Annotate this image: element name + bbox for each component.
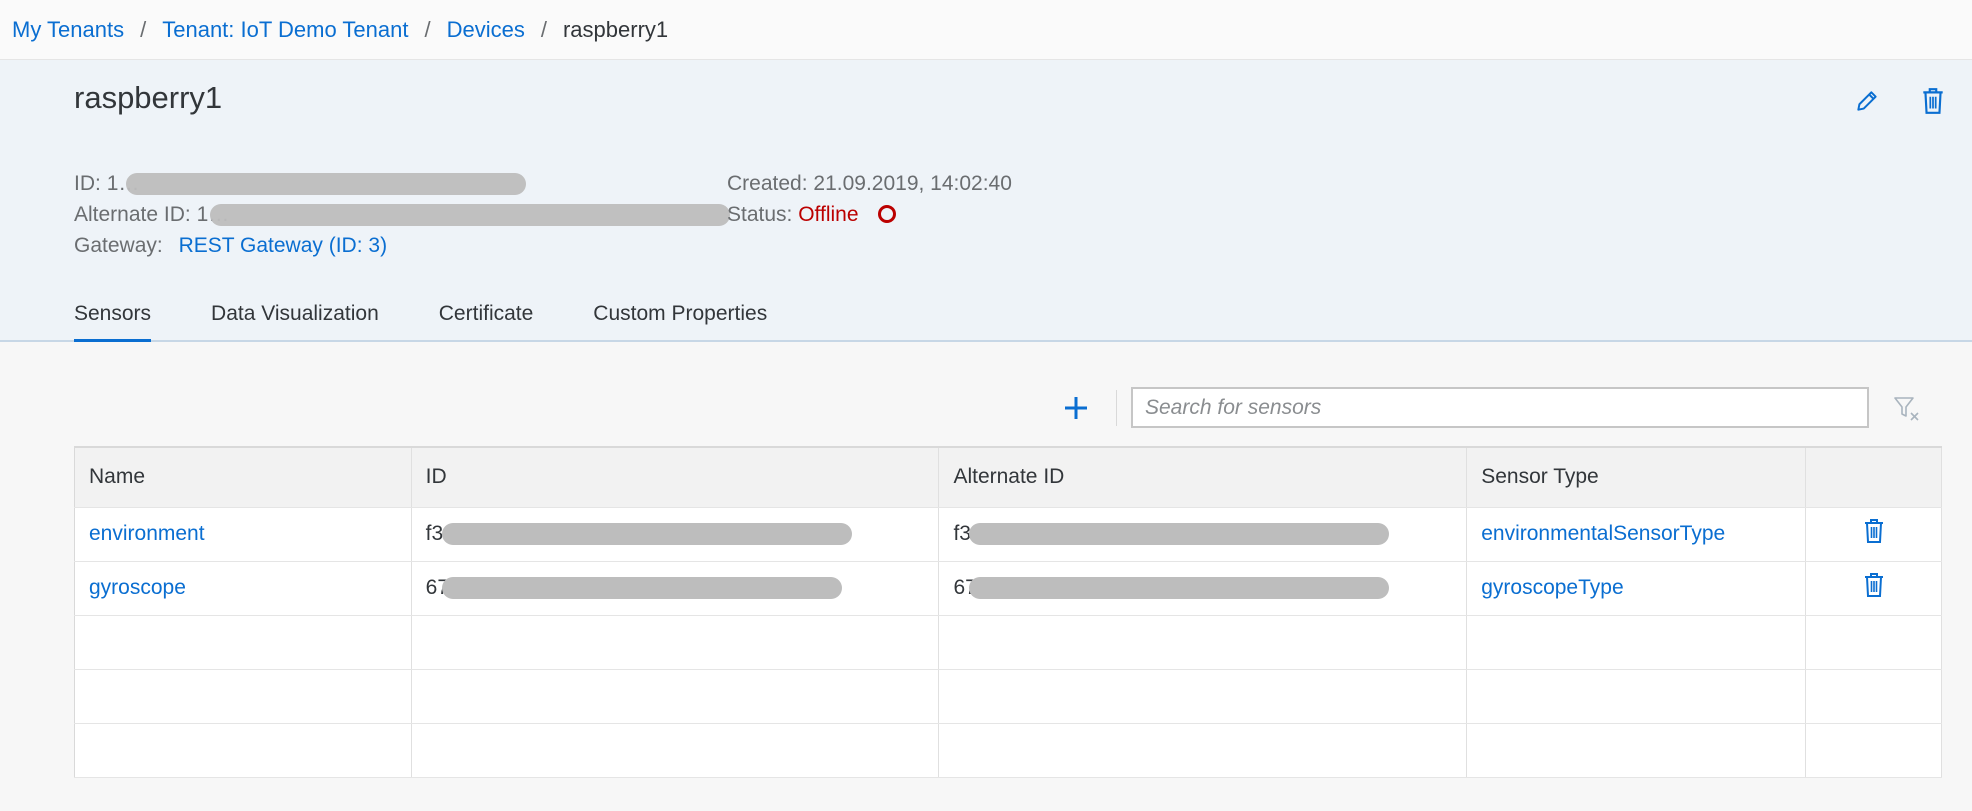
delete-device-button[interactable]	[1914, 82, 1952, 120]
pencil-icon	[1857, 91, 1877, 111]
breadcrumb-tenant[interactable]: Tenant: IoT Demo Tenant	[162, 17, 408, 43]
search-input[interactable]	[1131, 387, 1869, 428]
sensors-table: Name ID Alternate ID Sensor Type environ…	[74, 446, 1942, 778]
table-row: environment f3… f3… environmentalSensorT…	[74, 507, 1942, 562]
sensor-type-link[interactable]: gyroscopeType	[1466, 561, 1807, 616]
redaction-mark	[969, 522, 1390, 545]
device-header: raspberry1 ID: 1… Alternate ID: 1…	[0, 60, 1972, 342]
sensor-name-link[interactable]: environment	[74, 507, 412, 562]
sensor-alternate-id: f3…	[938, 507, 1468, 562]
delete-sensor-button[interactable]	[1805, 561, 1942, 616]
toolbar-separator	[1116, 390, 1117, 426]
clear-filter-button[interactable]	[1888, 390, 1926, 428]
sensor-type-link[interactable]: environmentalSensorType	[1466, 507, 1807, 562]
table-row-empty	[74, 615, 1942, 670]
gateway-link[interactable]: REST Gateway (ID: 3)	[179, 234, 388, 257]
device-attributes: ID: 1… Alternate ID: 1… Gateway: REST Ga…	[74, 168, 730, 261]
breadcrumb-separator: /	[140, 16, 147, 42]
redaction-mark	[969, 576, 1390, 599]
filter-clear-icon	[1894, 397, 1919, 421]
header-actions	[1848, 82, 1952, 120]
gateway-attribute: Gateway: REST Gateway (ID: 3)	[74, 230, 387, 261]
tab-custom-properties[interactable]: Custom Properties	[593, 302, 767, 340]
sensor-alternate-id: 6795fdd8-7688-494c-8293-389c46acf0fd	[938, 561, 1468, 616]
redaction-mark	[126, 173, 526, 195]
id-label: ID:	[74, 172, 101, 195]
status-label: Status:	[727, 203, 793, 226]
tab-sensors[interactable]: Sensors	[74, 302, 152, 342]
breadcrumb-separator: /	[540, 16, 547, 42]
breadcrumb: My Tenants / Tenant: IoT Demo Tenant / D…	[0, 0, 1972, 60]
alternate-id-attribute: Alternate ID: 1…	[74, 199, 730, 230]
tab-bar: Sensors Data Visualization Certificate C…	[74, 302, 767, 342]
created-label: Created:	[727, 172, 808, 195]
add-sensor-button[interactable]	[1056, 388, 1096, 428]
breadcrumb-my-tenants[interactable]: My Tenants	[12, 17, 124, 43]
trash-icon	[1864, 519, 1883, 543]
column-header-alternate-id[interactable]: Alternate ID	[938, 446, 1468, 508]
trash-icon	[1923, 88, 1943, 114]
sensor-name-link[interactable]: gyroscope	[74, 561, 412, 616]
tab-certificate[interactable]: Certificate	[439, 302, 534, 340]
table-row-empty	[74, 669, 1942, 724]
created-value: 21.09.2019, 14:02:40	[813, 172, 1012, 195]
id-attribute: ID: 1…	[74, 168, 526, 199]
gateway-label: Gateway:	[74, 234, 163, 257]
breadcrumb-separator: /	[424, 16, 431, 42]
trash-icon	[1864, 573, 1883, 597]
page-title: raspberry1	[74, 80, 223, 115]
device-status-attributes: Created: 21.09.2019, 14:02:40 Status: Of…	[727, 168, 1012, 230]
column-header-name[interactable]: Name	[74, 446, 412, 508]
offline-status-icon	[878, 205, 897, 223]
delete-sensor-button[interactable]	[1805, 507, 1942, 562]
redaction-mark	[441, 522, 852, 545]
alternate-id-label: Alternate ID:	[74, 203, 191, 226]
breadcrumb-devices[interactable]: Devices	[447, 17, 525, 43]
column-header-id[interactable]: ID	[411, 446, 940, 508]
edit-button[interactable]	[1848, 82, 1886, 120]
created-attribute: Created: 21.09.2019, 14:02:40	[727, 168, 1012, 199]
tab-data-visualization[interactable]: Data Visualization	[211, 302, 379, 340]
table-row: gyroscope 6795fdd8-7688-494c-8293-389c46…	[74, 561, 1942, 616]
plus-icon	[1065, 397, 1087, 419]
status-value: Offline	[798, 203, 859, 226]
redaction-mark	[441, 576, 842, 599]
column-header-sensor-type[interactable]: Sensor Type	[1466, 446, 1807, 508]
sensor-id: f3…	[411, 507, 940, 562]
column-header-actions	[1805, 446, 1942, 508]
table-header-row: Name ID Alternate ID Sensor Type	[74, 446, 1942, 508]
table-row-empty	[74, 723, 1942, 778]
breadcrumb-current: raspberry1	[562, 16, 669, 42]
status-attribute: Status: Offline	[727, 199, 1012, 230]
sensor-id: 6795fdd8-7688-494c-8293-389c46acf0fd	[411, 561, 940, 616]
redaction-mark	[210, 204, 730, 226]
